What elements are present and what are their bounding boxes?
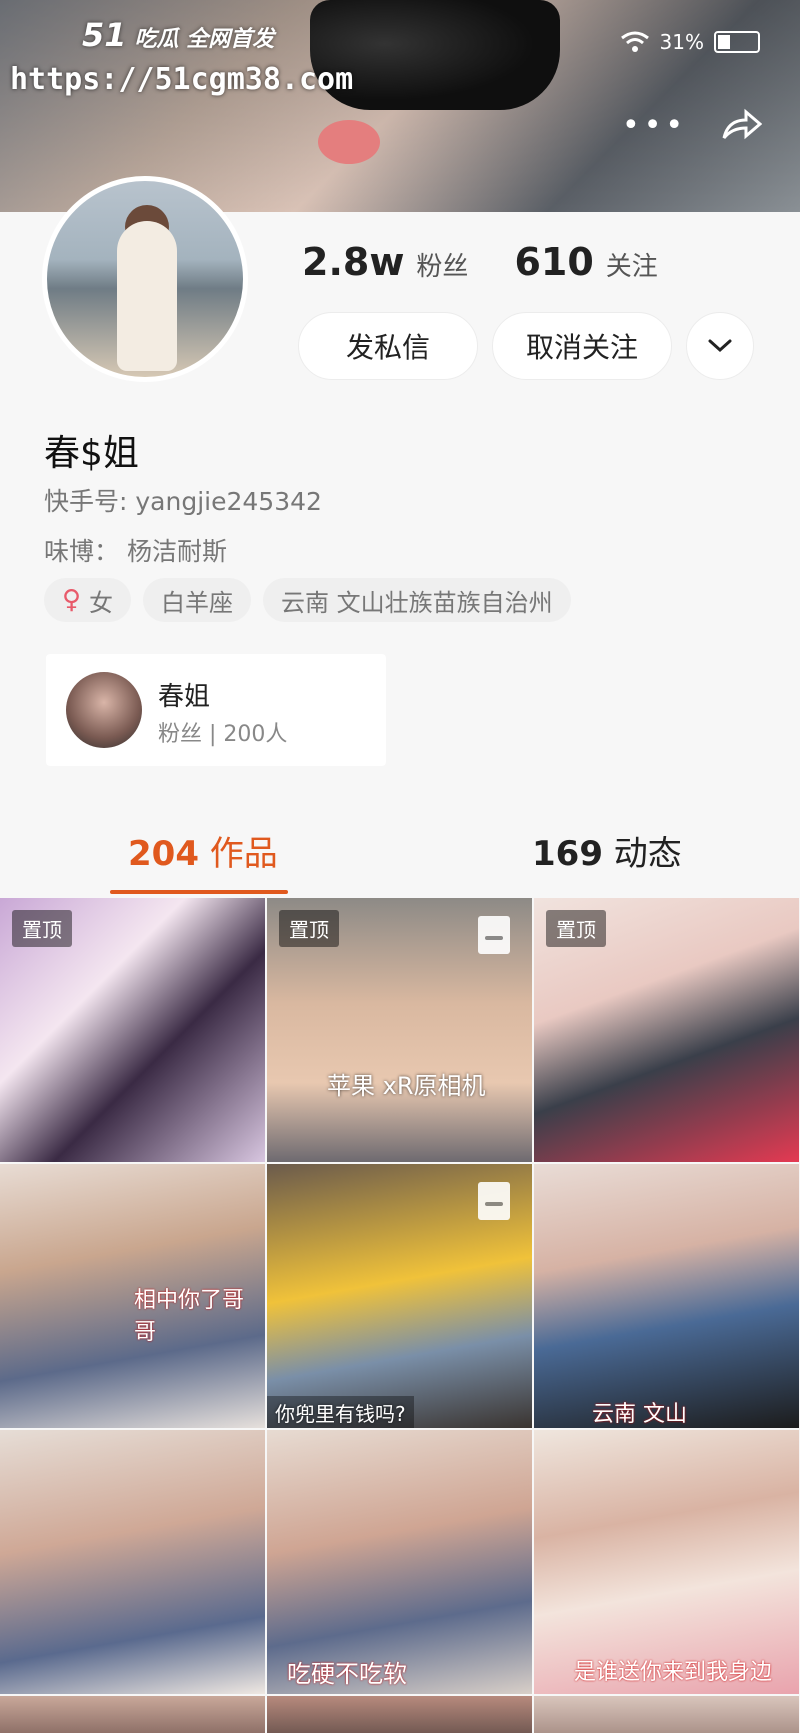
video-tile[interactable]: 置顶 苹果 xR原相机 xyxy=(267,898,532,1162)
pinned-badge: 置顶 xyxy=(279,910,339,947)
photo-album-icon xyxy=(478,916,510,954)
video-tile[interactable]: 云南 文山 xyxy=(534,1164,799,1428)
status-bar: 31% xyxy=(620,30,760,54)
expand-more-button[interactable] xyxy=(686,312,754,380)
more-options-icon[interactable]: ••• xyxy=(622,108,687,143)
profile-stats: 2.8w 粉丝 610 关注 xyxy=(302,240,704,284)
video-tile[interactable] xyxy=(0,1696,265,1733)
video-tile[interactable]: 吃硬不吃软 xyxy=(267,1430,532,1694)
weibo-info: 味博： 杨洁耐斯 xyxy=(44,537,227,566)
fan-group-count: 粉丝 | 200人 xyxy=(158,722,288,747)
video-caption: 苹果 xR原相机 xyxy=(327,1072,486,1100)
watermark-logo: 51 吃瓜 全网首发 xyxy=(82,16,275,54)
video-caption: 是谁送你来到我身边 xyxy=(574,1660,773,1685)
watermark-url: https://51cgm38.com xyxy=(10,62,354,97)
following-count[interactable]: 610 xyxy=(514,240,593,284)
video-caption: 吃硬不吃软 xyxy=(287,1660,407,1688)
profile-tabs: 204 作品 169 动态 xyxy=(0,800,800,896)
unfollow-button[interactable]: 取消关注 xyxy=(492,312,672,380)
gender-label: 女 xyxy=(89,588,114,617)
fans-count[interactable]: 2.8w xyxy=(302,240,404,284)
video-tile[interactable]: 置顶 xyxy=(534,898,799,1162)
location-tag: 云南 文山壮族苗族自治州 xyxy=(263,578,571,622)
pinned-badge: 置顶 xyxy=(12,910,72,947)
profile-name: 春$姐 xyxy=(44,433,139,474)
battery-percent: 31% xyxy=(659,30,704,54)
video-tile[interactable]: 你兜里有钱吗? xyxy=(267,1164,532,1428)
kuaishou-id: 快手号: yangjie245342 xyxy=(44,487,322,516)
works-grid: 置顶 置顶 苹果 xR原相机 置顶 相中你了哥哥 你兜里有钱吗? 云南 文山 吃… xyxy=(0,898,800,1733)
video-tile[interactable] xyxy=(534,1696,799,1733)
pinned-badge: 置顶 xyxy=(546,910,606,947)
profile-avatar[interactable] xyxy=(42,176,248,382)
tab-works[interactable]: 204 作品 xyxy=(128,826,278,875)
female-icon: ♀ xyxy=(62,585,82,615)
video-caption: 你兜里有钱吗? xyxy=(267,1396,414,1428)
avatar-figure xyxy=(117,221,177,371)
share-icon[interactable] xyxy=(720,108,762,142)
fan-group-card[interactable]: 春姐 粉丝 | 200人 xyxy=(46,654,386,766)
banner-photo-lips xyxy=(318,120,380,164)
fan-group-name: 春姐 xyxy=(158,682,211,712)
chevron-down-icon xyxy=(708,339,732,353)
tab-moments[interactable]: 169 动态 xyxy=(532,826,682,875)
wifi-icon xyxy=(620,31,649,52)
video-tile[interactable] xyxy=(0,1430,265,1694)
send-message-button[interactable]: 发私信 xyxy=(298,312,478,380)
gender-tag: ♀ 女 xyxy=(44,578,132,622)
battery-icon xyxy=(714,31,760,53)
video-tile[interactable]: 置顶 xyxy=(0,898,265,1162)
video-tile[interactable]: 相中你了哥哥 xyxy=(0,1164,265,1428)
video-caption: 云南 文山 xyxy=(592,1402,687,1427)
zodiac-tag: 白羊座 xyxy=(143,578,252,622)
fan-group-avatar xyxy=(66,672,142,748)
photo-album-icon xyxy=(478,1182,510,1220)
fans-label[interactable]: 粉丝 xyxy=(416,246,468,283)
following-label[interactable]: 关注 xyxy=(606,246,658,283)
profile-tags: ♀ 女 白羊座 云南 文山壮族苗族自治州 xyxy=(44,578,571,622)
video-caption: 相中你了哥哥 xyxy=(134,1288,245,1345)
active-tab-indicator xyxy=(110,890,288,894)
video-tile[interactable] xyxy=(267,1696,532,1733)
video-tile[interactable]: 是谁送你来到我身边 xyxy=(534,1430,799,1694)
